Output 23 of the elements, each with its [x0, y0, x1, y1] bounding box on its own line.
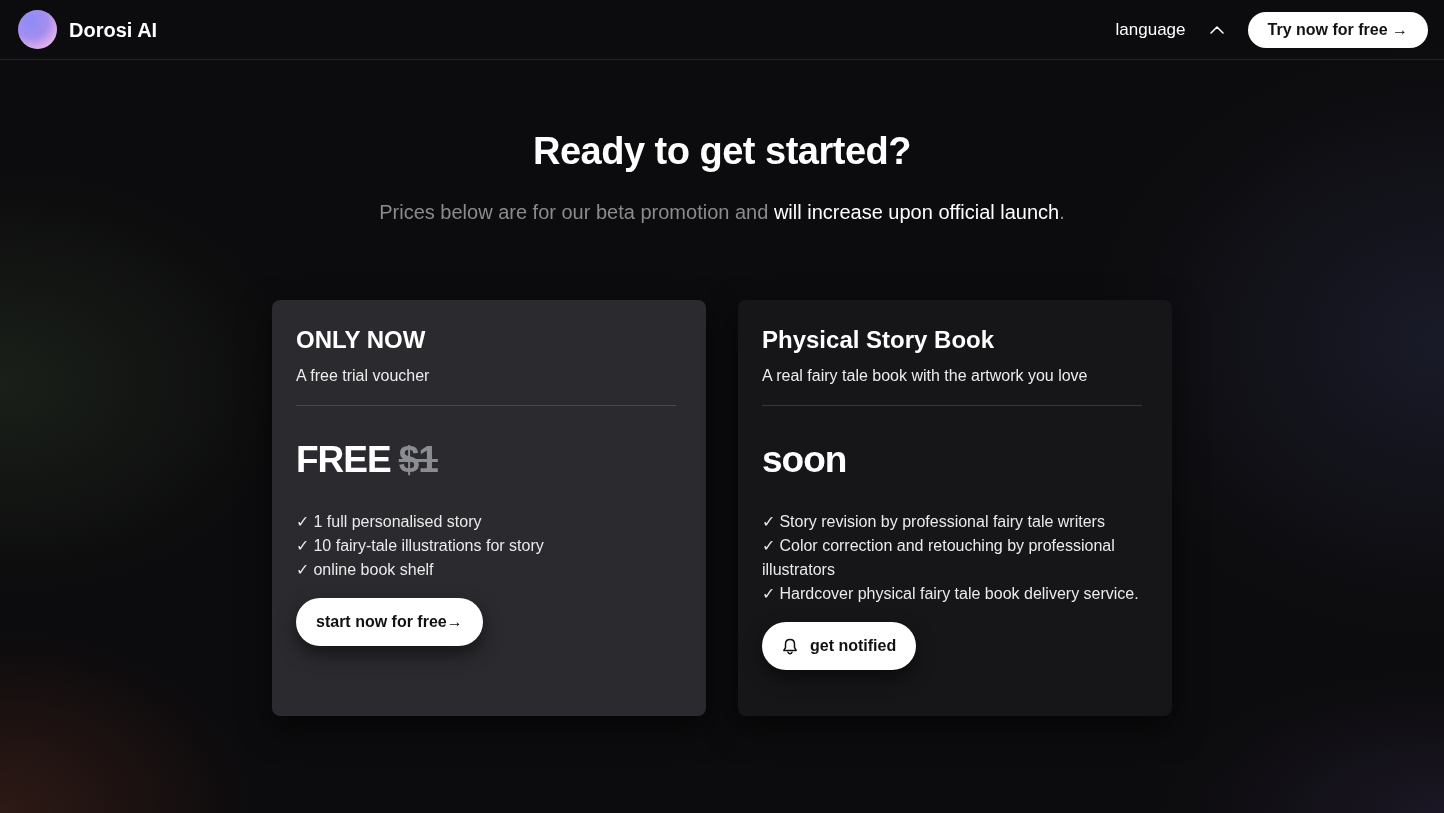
- feature-item: ✓ online book shelf: [296, 560, 435, 580]
- feature-item: ✓ Hardcover physical fairy tale book delivery service.: [762, 584, 1140, 604]
- feature-item: ✓ 10 fairy-tale illustrations for story: [296, 536, 545, 556]
- old-price: $1: [398, 438, 438, 482]
- chevron-up-icon: [1209, 25, 1224, 34]
- bell-icon: [782, 637, 798, 655]
- price: FREE: [296, 438, 391, 482]
- plan-description: A free trial voucher: [296, 366, 431, 386]
- feature-item: ✓ Story revision by professional fairy tale writers: [762, 512, 1106, 532]
- section-heading: Ready to get started?: [532, 129, 912, 174]
- logo-icon[interactable]: [18, 10, 57, 49]
- price: soon: [762, 438, 847, 482]
- start-button[interactable]: start now for free→: [296, 598, 483, 646]
- feature-item: ✓ 1 full personalised story: [296, 512, 483, 532]
- plan-title: Physical Story Book: [762, 325, 996, 355]
- language-dropdown[interactable]: language: [1115, 16, 1224, 43]
- plan-description: A real fairy tale book with the artwork you love: [762, 366, 1089, 386]
- plan-title: ONLY NOW: [296, 325, 427, 355]
- notify-button[interactable]: get notified: [762, 622, 917, 670]
- feature-item: ✓ Color correction and retouching by professional illustrators: [762, 536, 1116, 580]
- section-subtitle: Prices below are for our beta promotion and will increase upon official launch.: [378, 200, 1066, 225]
- try-free-button[interactable]: Try now for free →: [1247, 11, 1428, 48]
- brand-name[interactable]: Dorosi AI: [69, 14, 158, 45]
